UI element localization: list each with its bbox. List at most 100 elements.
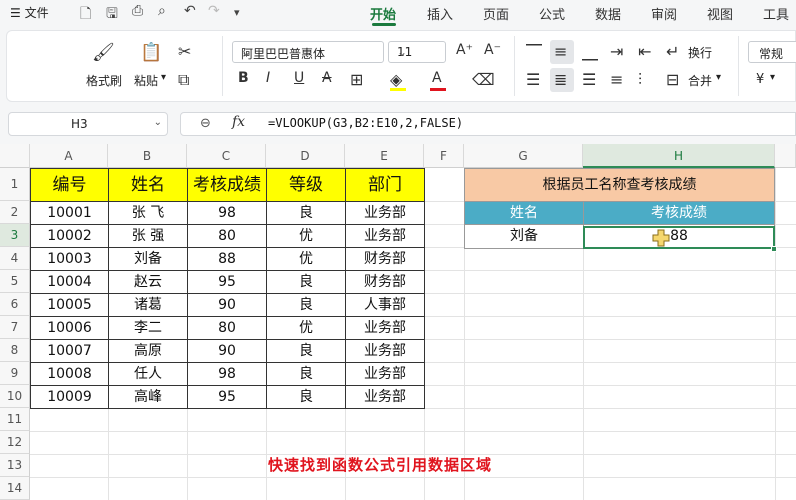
merge-dropdown-icon[interactable]: ▾ bbox=[716, 72, 721, 83]
table-cell-score[interactable]: 90 bbox=[187, 339, 267, 363]
column-header-a[interactable]: A bbox=[30, 144, 108, 168]
table-cell-grade[interactable]: 良 bbox=[266, 385, 346, 409]
row-header-14[interactable]: 14 bbox=[0, 477, 30, 500]
table-header-grade[interactable]: 等级 bbox=[266, 168, 346, 202]
table-cell-grade[interactable]: 良 bbox=[266, 362, 346, 386]
font-shrink-icon[interactable]: A⁻ bbox=[484, 42, 501, 58]
fill-handle[interactable] bbox=[771, 246, 777, 252]
table-cell-id[interactable]: 10002 bbox=[30, 224, 109, 248]
lookup-title[interactable]: 根据员工名称查考核成绩 bbox=[464, 168, 775, 202]
name-box[interactable]: H3 ⌄ bbox=[8, 112, 168, 136]
lookup-score-header[interactable]: 考核成绩 bbox=[583, 201, 775, 225]
table-cell-score[interactable]: 95 bbox=[187, 385, 267, 409]
format-painter-icon[interactable]: 🖌 bbox=[92, 42, 115, 63]
column-header-h[interactable]: H bbox=[583, 144, 775, 168]
tab-home[interactable]: 开始 bbox=[370, 4, 396, 23]
distribute-icon[interactable]: ⫶ bbox=[638, 70, 642, 90]
column-header-e[interactable]: E bbox=[345, 144, 424, 168]
table-cell-dept[interactable]: 财务部 bbox=[345, 247, 425, 271]
lookup-name-header[interactable]: 姓名 bbox=[464, 201, 584, 225]
print-icon[interactable]: ⎙ bbox=[132, 3, 143, 19]
table-cell-name[interactable]: 诸葛 bbox=[108, 293, 188, 317]
column-header-b[interactable]: B bbox=[108, 144, 187, 168]
row-header-10[interactable]: 10 bbox=[0, 385, 30, 408]
merge-label[interactable]: 合并 bbox=[688, 72, 712, 89]
number-format-select[interactable]: 常规 bbox=[748, 41, 796, 63]
select-all-corner[interactable] bbox=[0, 144, 30, 168]
row-header-3[interactable]: 3 bbox=[0, 224, 30, 247]
row-header-5[interactable]: 5 bbox=[0, 270, 30, 293]
paste-icon[interactable]: 📋 bbox=[140, 42, 162, 63]
row-header-13[interactable]: 13 bbox=[0, 454, 30, 477]
fill-color-icon[interactable]: ◈ bbox=[390, 70, 402, 89]
currency-icon[interactable]: ¥ bbox=[756, 72, 764, 87]
align-bottom-icon[interactable]: ⎽ bbox=[582, 42, 598, 62]
tab-page[interactable]: 页面 bbox=[483, 4, 509, 23]
table-cell-name[interactable]: 任人 bbox=[108, 362, 188, 386]
print-preview-icon[interactable]: ⌕ bbox=[158, 3, 166, 19]
tab-formulas[interactable]: 公式 bbox=[539, 4, 565, 23]
row-header-8[interactable]: 8 bbox=[0, 339, 30, 362]
underline-icon[interactable]: U bbox=[294, 70, 304, 86]
table-header-score[interactable]: 考核成绩 bbox=[187, 168, 267, 202]
table-cell-dept[interactable]: 业务部 bbox=[345, 316, 425, 340]
tab-tools[interactable]: 工具 bbox=[763, 4, 789, 23]
table-cell-name[interactable]: 李二 bbox=[108, 316, 188, 340]
table-cell-id[interactable]: 10003 bbox=[30, 247, 109, 271]
table-cell-grade[interactable]: 良 bbox=[266, 293, 346, 317]
align-left-icon[interactable]: ☰ bbox=[526, 70, 540, 89]
formula-text[interactable]: =VLOOKUP(G3,B2:E10,2,FALSE) bbox=[268, 116, 463, 130]
table-cell-score[interactable]: 90 bbox=[187, 293, 267, 317]
cut-icon[interactable]: ✂ bbox=[178, 42, 191, 61]
table-cell-dept[interactable]: 业务部 bbox=[345, 339, 425, 363]
align-top-icon[interactable]: ⎺ bbox=[526, 42, 542, 62]
border-icon[interactable]: ⊞ bbox=[350, 70, 363, 89]
table-cell-id[interactable]: 10005 bbox=[30, 293, 109, 317]
row-header-4[interactable]: 4 bbox=[0, 247, 30, 270]
column-header-d[interactable]: D bbox=[266, 144, 345, 168]
table-cell-score[interactable]: 80 bbox=[187, 224, 267, 248]
table-cell-dept[interactable]: 业务部 bbox=[345, 385, 425, 409]
italic-icon[interactable]: I bbox=[266, 70, 270, 86]
font-grow-icon[interactable]: A⁺ bbox=[456, 42, 473, 58]
copy-icon[interactable]: ⧉ bbox=[178, 70, 189, 90]
table-cell-id[interactable]: 10009 bbox=[30, 385, 109, 409]
paste-dropdown-icon[interactable]: ▾ bbox=[161, 72, 166, 83]
table-cell-id[interactable]: 10008 bbox=[30, 362, 109, 386]
table-cell-grade[interactable]: 良 bbox=[266, 270, 346, 294]
align-right-icon[interactable]: ☰ bbox=[582, 70, 596, 89]
table-cell-name[interactable]: 张 飞 bbox=[108, 201, 188, 225]
tab-view[interactable]: 视图 bbox=[707, 4, 733, 23]
lookup-name-value[interactable]: 刘备 bbox=[464, 224, 584, 249]
strikethrough-icon[interactable]: A bbox=[322, 70, 332, 86]
row-header-12[interactable]: 12 bbox=[0, 431, 30, 454]
table-cell-dept[interactable]: 人事部 bbox=[345, 293, 425, 317]
table-cell-name[interactable]: 高峰 bbox=[108, 385, 188, 409]
bold-icon[interactable]: B bbox=[238, 70, 249, 86]
indent-icon[interactable]: ⇤ bbox=[638, 42, 651, 61]
justify-icon[interactable]: ≡ bbox=[610, 70, 623, 89]
column-header-f[interactable]: F bbox=[424, 144, 464, 168]
row-header-11[interactable]: 11 bbox=[0, 408, 30, 431]
row-header-1[interactable]: 1 bbox=[0, 168, 30, 201]
wrap-text-label[interactable]: 换行 bbox=[688, 44, 712, 61]
font-size-select[interactable]: 11 ⌄ bbox=[388, 41, 446, 63]
table-cell-grade[interactable]: 良 bbox=[266, 201, 346, 225]
wrap-text-icon[interactable]: ↵ bbox=[666, 42, 679, 61]
chevron-down-icon[interactable]: ▾ bbox=[234, 6, 240, 19]
table-cell-dept[interactable]: 业务部 bbox=[345, 224, 425, 248]
fx-icon[interactable]: fx bbox=[232, 114, 245, 130]
tab-data[interactable]: 数据 bbox=[595, 4, 621, 23]
table-cell-id[interactable]: 10001 bbox=[30, 201, 109, 225]
table-cell-score[interactable]: 95 bbox=[187, 270, 267, 294]
table-cell-name[interactable]: 高原 bbox=[108, 339, 188, 363]
table-header-name[interactable]: 姓名 bbox=[108, 168, 188, 202]
file-menu[interactable]: ☰ 文件 bbox=[10, 4, 49, 21]
table-cell-id[interactable]: 10004 bbox=[30, 270, 109, 294]
row-header-9[interactable]: 9 bbox=[0, 362, 30, 385]
row-header-6[interactable]: 6 bbox=[0, 293, 30, 316]
table-cell-name[interactable]: 刘备 bbox=[108, 247, 188, 271]
font-name-select[interactable]: 阿里巴巴普惠体 ⌄ bbox=[232, 41, 384, 63]
table-cell-grade[interactable]: 优 bbox=[266, 316, 346, 340]
table-cell-name[interactable]: 赵云 bbox=[108, 270, 188, 294]
